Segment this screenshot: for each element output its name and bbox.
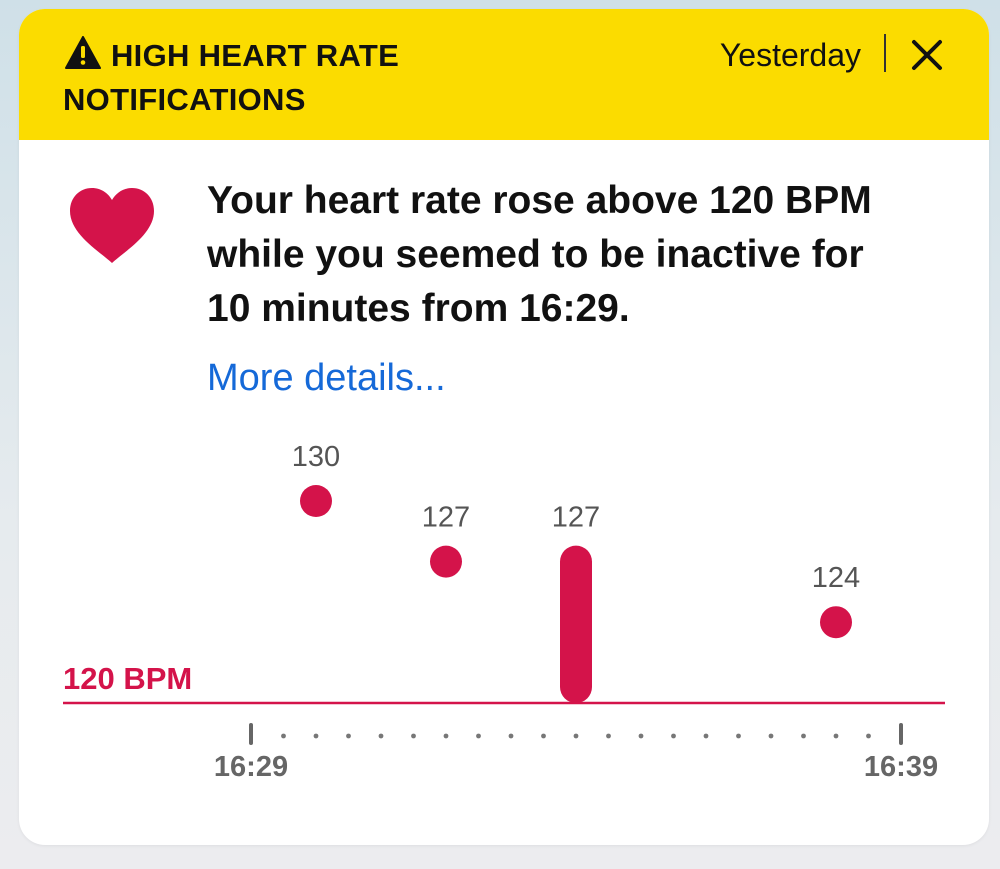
x-axis-minor-tick [378,733,384,739]
x-axis-ticks [249,723,903,745]
x-axis-start-label: 16:29 [214,751,288,783]
x-axis-minor-tick [866,733,871,739]
more-details-link[interactable]: More details... [207,352,446,404]
x-axis-end-label: 16:39 [864,751,938,783]
threshold-label: 120 BPM [63,661,192,696]
heart-rate-value-label: 130 [292,441,340,473]
x-axis-minor-tick [736,733,741,739]
heart-rate-point [820,606,852,639]
notification-message: Your heart rate rose above 120 BPM while… [207,174,947,336]
notification-header: HIGH HEART RATE NOTIFICATIONS Yesterday [19,9,989,140]
x-axis-minor-tick [443,733,449,739]
title-line-2: NOTIFICATIONS [63,82,306,117]
message-line-1: Your heart rate rose above 120 BPM [207,179,872,222]
x-axis-minor-tick [768,733,774,739]
data-marks: 130 127 127 124 [292,441,860,703]
notification-time: Yesterday [719,37,861,73]
x-axis-minor-tick [801,733,806,739]
close-icon[interactable] [907,35,947,75]
x-axis-minor-tick [541,733,546,739]
x-axis-minor-tick [346,733,351,739]
notification-title: HIGH HEART RATE NOTIFICATIONS [63,34,483,122]
x-axis-minor-tick [411,733,416,739]
x-axis-minor-tick [281,733,286,739]
header-divider [884,34,886,72]
x-axis-minor-tick [573,733,579,739]
heart-rate-point [430,545,462,578]
x-axis-minor-tick [671,733,676,739]
heart-rate-point [300,485,332,517]
x-axis-minor-tick [833,733,839,739]
message-line-3: 10 minutes from 16:29. [207,287,630,330]
heart-rate-range-bar [560,545,592,703]
notification-card[interactable]: HIGH HEART RATE NOTIFICATIONS Yesterday … [19,9,989,845]
x-axis-minor-tick [313,733,319,739]
x-axis-minor-tick [703,733,709,739]
title-line-1: HIGH HEART RATE [111,38,400,73]
heart-icon [70,188,154,263]
heart-rate-value-label: 127 [552,502,600,534]
message-line-2: while you seemed to be inactive for [207,233,864,276]
x-axis-minor-tick [508,733,514,739]
heart-rate-value-label: 127 [422,502,470,534]
heart-rate-chart: 120 BPM 130 127 127 124 16:29 16:39 [63,441,945,783]
x-axis-minor-tick [638,733,644,739]
x-axis-minor-tick [606,733,611,739]
x-axis-minor-tick [476,733,481,739]
heart-rate-value-label: 124 [812,562,860,594]
